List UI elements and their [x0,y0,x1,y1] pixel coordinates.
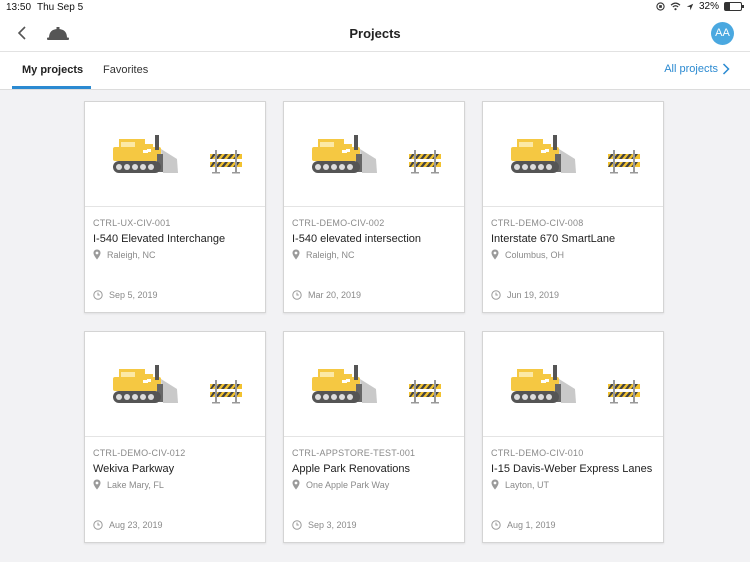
clock-icon [93,520,103,530]
project-name: Apple Park Renovations [292,463,411,475]
project-location-text: Columbus, OH [505,249,565,260]
clock-icon [491,520,501,530]
project-location: Columbus, OH [491,249,564,260]
tab-bar: My projects Favorites All projects [0,51,750,90]
project-location: Lake Mary, FL [93,479,164,490]
project-date: Jun 19, 2019 [491,290,559,300]
project-card[interactable]: CTRL-APPSTORE-TEST-001 Apple Park Renova… [283,331,465,543]
project-location-text: Raleigh, NC [306,249,355,260]
project-thumbnail [483,102,663,207]
project-date-text: Mar 20, 2019 [308,290,362,300]
clock-icon [292,290,302,300]
project-code: CTRL-APPSTORE-TEST-001 [292,448,416,458]
construction-illustration-icon [312,365,441,404]
battery-percent: 32% [698,1,719,12]
battery-level [725,3,731,10]
pin-icon [491,249,499,260]
tab-my-projects[interactable]: My projects [22,64,83,76]
project-name: I-540 Elevated Interchange [93,233,226,245]
project-card[interactable]: CTRL-DEMO-CIV-002 I-540 elevated interse… [283,101,465,313]
project-date: Aug 1, 2019 [491,520,556,530]
project-location: One Apple Park Way [292,479,389,490]
project-card[interactable]: CTRL-DEMO-CIV-012 Wekiva Parkway Lake Ma… [84,331,266,543]
all-projects-label: All projects [664,63,718,75]
status-date: Thu Sep 5 [37,2,84,13]
pin-icon [292,479,300,490]
page-title: Projects [349,26,401,41]
pin-icon [93,479,101,490]
project-location-text: Raleigh, NC [107,249,156,260]
project-date: Aug 23, 2019 [93,520,163,530]
status-right: 32% [656,1,744,12]
chevron-right-icon [722,63,730,75]
clock-icon [93,290,103,300]
project-date-text: Sep 5, 2019 [109,290,158,300]
project-location: Raleigh, NC [292,249,355,260]
status-bar: 13:50 Thu Sep 5 32% [0,0,750,16]
avatar[interactable]: AA [711,22,734,45]
project-location-text: Lake Mary, FL [107,479,164,490]
wifi-icon [670,2,681,11]
project-thumbnail [85,102,265,207]
project-thumbnail [85,332,265,437]
tab-favorites[interactable]: Favorites [103,64,148,76]
project-location: Raleigh, NC [93,249,156,260]
project-date: Sep 3, 2019 [292,520,357,530]
project-name: Wekiva Parkway [93,463,175,475]
project-location: Layton, UT [491,479,549,490]
clock-icon [292,520,302,530]
project-code: CTRL-DEMO-CIV-002 [292,218,385,228]
construction-illustration-icon [113,135,242,174]
project-thumbnail [483,332,663,437]
navigation-bar: Projects AA [0,16,750,51]
project-date: Sep 5, 2019 [93,290,158,300]
project-code: CTRL-DEMO-CIV-012 [93,448,186,458]
pin-icon [292,249,300,260]
location-services-icon [686,3,694,10]
project-card[interactable]: CTRL-UX-CIV-001 I-540 Elevated Interchan… [84,101,266,313]
screen-lock-icon [656,2,665,11]
project-date-text: Aug 23, 2019 [109,520,163,530]
project-code: CTRL-DEMO-CIV-010 [491,448,584,458]
clock-icon [491,290,501,300]
construction-illustration-icon [113,365,242,404]
all-projects-link[interactable]: All projects [664,63,730,75]
construction-illustration-icon [511,365,640,404]
project-date: Mar 20, 2019 [292,290,361,300]
project-location-text: One Apple Park Way [306,479,390,490]
project-name: I-15 Davis-Weber Express Lanes [491,463,653,475]
project-thumbnail [284,332,464,437]
pin-icon [93,249,101,260]
project-code: CTRL-DEMO-CIV-008 [491,218,584,228]
project-card[interactable]: CTRL-DEMO-CIV-008 Interstate 670 SmartLa… [482,101,664,313]
battery-icon [724,2,744,11]
project-date-text: Sep 3, 2019 [308,520,357,530]
construction-illustration-icon [312,135,441,174]
project-date-text: Jun 19, 2019 [507,290,560,300]
project-code: CTRL-UX-CIV-001 [93,218,171,228]
project-card[interactable]: CTRL-DEMO-CIV-010 I-15 Davis-Weber Expre… [482,331,664,543]
project-location-text: Layton, UT [505,479,550,490]
active-tab-indicator [12,86,91,89]
project-date-text: Aug 1, 2019 [507,520,556,530]
project-thumbnail [284,102,464,207]
status-time: 13:50 [6,2,32,13]
pin-icon [491,479,499,490]
construction-illustration-icon [511,135,640,174]
project-name: Interstate 670 SmartLane [491,233,616,245]
project-name: I-540 elevated intersection [292,233,422,245]
